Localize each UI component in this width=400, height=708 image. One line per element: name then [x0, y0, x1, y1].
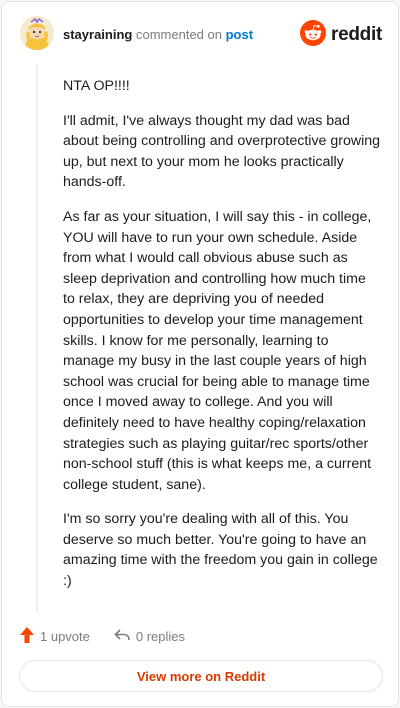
reddit-wordmark: reddit — [331, 24, 382, 45]
view-more-on-reddit-button[interactable]: View more on Reddit — [19, 660, 383, 692]
post-link[interactable]: post — [226, 27, 253, 42]
reply-count: 0 replies — [135, 628, 186, 644]
replies-button[interactable]: 0 replies — [114, 628, 185, 645]
comment-actions: 1 upvote 0 replies — [20, 626, 209, 646]
comment-body: NTA OP!!!! I'll admit, I've always thoug… — [63, 76, 381, 606]
embedded-comment-card: stayraining commented on post reddit NTA… — [1, 1, 399, 707]
comment-paragraph: I'm so sorry you're dealing with all of … — [63, 511, 378, 590]
username-link[interactable]: stayraining — [63, 27, 132, 42]
comment-paragraph: NTA OP!!!! — [63, 78, 130, 94]
upvote-button[interactable]: 1 upvote — [20, 626, 90, 646]
comment-byline: stayraining commented on post — [63, 27, 253, 43]
reddit-logo-icon — [300, 19, 327, 51]
upvote-arrow-icon — [20, 626, 34, 646]
reddit-brand[interactable]: reddit — [300, 19, 382, 51]
upvote-count: 1 upvote — [40, 628, 90, 644]
commented-on-label: commented on — [135, 27, 222, 42]
comment-paragraph: As far as your situation, I will say thi… — [63, 208, 372, 493]
thread-line — [36, 64, 38, 612]
comment-paragraph: I'll admit, I've always thought my dad w… — [63, 112, 381, 191]
comment-header: stayraining commented on post reddit — [2, 2, 398, 68]
user-avatar[interactable] — [20, 16, 54, 50]
reply-arrow-icon — [114, 628, 130, 645]
